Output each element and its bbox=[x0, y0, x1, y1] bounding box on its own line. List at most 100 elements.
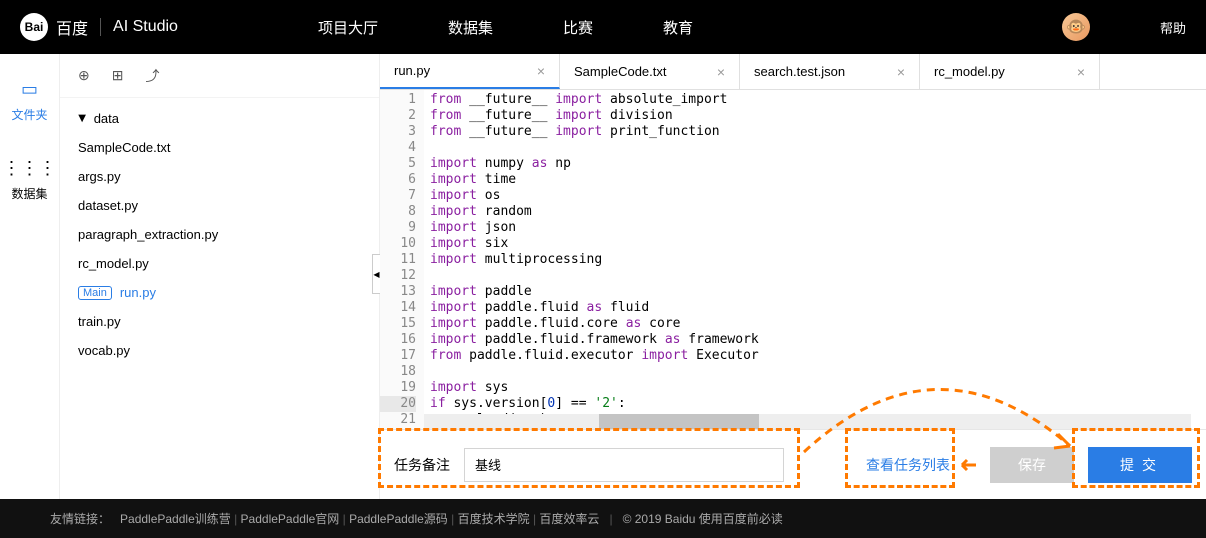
code-line[interactable]: import six bbox=[430, 236, 1206, 252]
code-line[interactable]: import paddle.fluid.core as core bbox=[430, 316, 1206, 332]
tab-SampleCode-txt[interactable]: SampleCode.txt × bbox=[560, 54, 740, 89]
tab-label: SampleCode.txt bbox=[574, 64, 667, 79]
remark-input[interactable] bbox=[464, 448, 784, 482]
code-line[interactable]: if sys.version[0] == '2': bbox=[430, 396, 1206, 412]
file-name: rc_model.py bbox=[78, 256, 149, 271]
save-button[interactable]: 保存 bbox=[990, 447, 1074, 483]
nav-item-datasets[interactable]: 数据集 bbox=[448, 17, 493, 38]
line-number: 14 bbox=[380, 300, 416, 316]
chevron-down-icon: ▶ bbox=[76, 115, 87, 123]
file-toolbar: ⊕ ⊞ ⤴ bbox=[60, 54, 379, 98]
tree-file-vocab-py[interactable]: vocab.py bbox=[60, 336, 379, 365]
footer-link[interactable]: PaddlePaddle训练营 bbox=[120, 512, 231, 526]
file-name: dataset.py bbox=[78, 198, 138, 213]
logo-product-text: AI Studio bbox=[113, 18, 178, 36]
tab-label: search.test.json bbox=[754, 64, 845, 79]
remark-label: 任务备注 bbox=[394, 455, 450, 475]
nav-item-competitions[interactable]: 比赛 bbox=[563, 17, 593, 38]
new-file-icon[interactable]: ⊕ bbox=[78, 67, 90, 84]
collapse-handle[interactable]: ◀ bbox=[372, 254, 380, 294]
tab-bar: run.py×SampleCode.txt×search.test.json×r… bbox=[380, 54, 1206, 90]
tree-file-paragraph_extraction-py[interactable]: paragraph_extraction.py bbox=[60, 220, 379, 249]
rail-files[interactable]: ▭ 文件夹 bbox=[11, 79, 47, 123]
code-editor[interactable]: 123456789101112131415161718192021222324 … bbox=[380, 90, 1206, 429]
top-header: Bai 百度 AI Studio 项目大厅 数据集 比赛 教育 🐵 帮助 bbox=[0, 0, 1206, 54]
close-icon[interactable]: × bbox=[897, 64, 905, 80]
code-line[interactable]: from paddle.fluid.executor import Execut… bbox=[430, 348, 1206, 364]
submit-button[interactable]: 提交 bbox=[1088, 447, 1192, 483]
code-line[interactable]: import time bbox=[430, 172, 1206, 188]
footer-link[interactable]: 百度技术学院 bbox=[458, 512, 530, 526]
code-line[interactable]: from __future__ import absolute_import bbox=[430, 92, 1206, 108]
footer-link[interactable]: 百度效率云 bbox=[539, 512, 599, 526]
view-tasks-link[interactable]: 查看任务列表 bbox=[866, 455, 950, 475]
nav-item-education[interactable]: 教育 bbox=[663, 17, 693, 38]
code-line[interactable] bbox=[430, 364, 1206, 380]
logo-divider bbox=[100, 18, 101, 36]
code-line[interactable]: import numpy as np bbox=[430, 156, 1206, 172]
footer-copyright: © 2019 Baidu 使用百度前必读 bbox=[623, 510, 783, 527]
footer-link[interactable]: PaddlePaddle官网 bbox=[241, 512, 340, 526]
tree-file-dataset-py[interactable]: dataset.py bbox=[60, 191, 379, 220]
tab-run-py[interactable]: run.py × bbox=[380, 54, 560, 89]
close-icon[interactable]: × bbox=[1077, 64, 1085, 80]
file-name: args.py bbox=[78, 169, 121, 184]
scrollbar-thumb[interactable] bbox=[599, 414, 759, 429]
avatar[interactable]: 🐵 bbox=[1062, 13, 1090, 41]
code-line[interactable]: import sys bbox=[430, 380, 1206, 396]
tree-folder-data[interactable]: ▶ data bbox=[60, 104, 379, 133]
line-number: 11 bbox=[380, 252, 416, 268]
line-number: 4 bbox=[380, 140, 416, 156]
folder-icon: ▭ bbox=[21, 79, 38, 100]
tab-rc_model-py[interactable]: rc_model.py× bbox=[920, 54, 1100, 89]
tree-file-run-py[interactable]: Mainrun.py bbox=[60, 278, 379, 307]
logo[interactable]: Bai 百度 AI Studio bbox=[20, 13, 178, 41]
line-number: 18 bbox=[380, 364, 416, 380]
tree-file-SampleCode-txt[interactable]: SampleCode.txt bbox=[60, 133, 379, 162]
new-folder-icon[interactable]: ⊞ bbox=[112, 67, 124, 84]
tree-file-rc_model-py[interactable]: rc_model.py bbox=[60, 249, 379, 278]
code-line[interactable]: import json bbox=[430, 220, 1206, 236]
code-line[interactable]: import os bbox=[430, 188, 1206, 204]
line-number: 16 bbox=[380, 332, 416, 348]
file-name: train.py bbox=[78, 314, 121, 329]
upload-icon[interactable]: ⤴ bbox=[145, 66, 159, 86]
code-line[interactable]: import multiprocessing bbox=[430, 252, 1206, 268]
line-number: 20 bbox=[380, 396, 416, 412]
footer-link[interactable]: PaddlePaddle源码 bbox=[349, 512, 448, 526]
tab-search-test-json[interactable]: search.test.json × bbox=[740, 54, 920, 89]
code-line[interactable]: import paddle.fluid.framework as framewo… bbox=[430, 332, 1206, 348]
code-line[interactable]: from __future__ import division bbox=[430, 108, 1206, 124]
code-line[interactable]: import random bbox=[430, 204, 1206, 220]
code-line[interactable]: from __future__ import print_function bbox=[430, 124, 1206, 140]
horizontal-scrollbar[interactable] bbox=[424, 414, 1191, 429]
code-line[interactable]: import paddle.fluid as fluid bbox=[430, 300, 1206, 316]
line-number: 13 bbox=[380, 284, 416, 300]
file-panel: ⊕ ⊞ ⤴ ▶ data SampleCode.txt args.py datase… bbox=[60, 54, 380, 499]
nav-help[interactable]: 帮助 bbox=[1160, 18, 1186, 37]
line-number: 1 bbox=[380, 92, 416, 108]
line-number: 22 bbox=[380, 428, 416, 429]
top-nav: 项目大厅 数据集 比赛 教育 bbox=[318, 17, 693, 38]
tree-file-args-py[interactable]: args.py bbox=[60, 162, 379, 191]
tree-file-train-py[interactable]: train.py bbox=[60, 307, 379, 336]
footer-prefix: 友情链接： bbox=[50, 510, 110, 527]
line-number: 12 bbox=[380, 268, 416, 284]
line-number: 2 bbox=[380, 108, 416, 124]
file-name: vocab.py bbox=[78, 343, 130, 358]
code-line[interactable]: import paddle bbox=[430, 284, 1206, 300]
code-line[interactable] bbox=[430, 140, 1206, 156]
nav-item-projects[interactable]: 项目大厅 bbox=[318, 17, 378, 38]
cluster-icon: ⋮⋮⋮ bbox=[3, 158, 57, 179]
code-line[interactable] bbox=[430, 268, 1206, 284]
close-icon[interactable]: × bbox=[537, 63, 545, 79]
arrow-left-icon bbox=[958, 458, 976, 472]
file-name: SampleCode.txt bbox=[78, 140, 171, 155]
line-number: 21 bbox=[380, 412, 416, 428]
close-icon[interactable]: × bbox=[717, 64, 725, 80]
baidu-paw-icon: Bai bbox=[20, 13, 48, 41]
editor-area: ◀ run.py×SampleCode.txt×search.test.json… bbox=[380, 54, 1206, 499]
rail-dataset[interactable]: ⋮⋮⋮ 数据集 bbox=[3, 158, 57, 202]
tab-label: run.py bbox=[394, 63, 430, 78]
code-body[interactable]: from __future__ import absolute_importfr… bbox=[424, 90, 1206, 429]
